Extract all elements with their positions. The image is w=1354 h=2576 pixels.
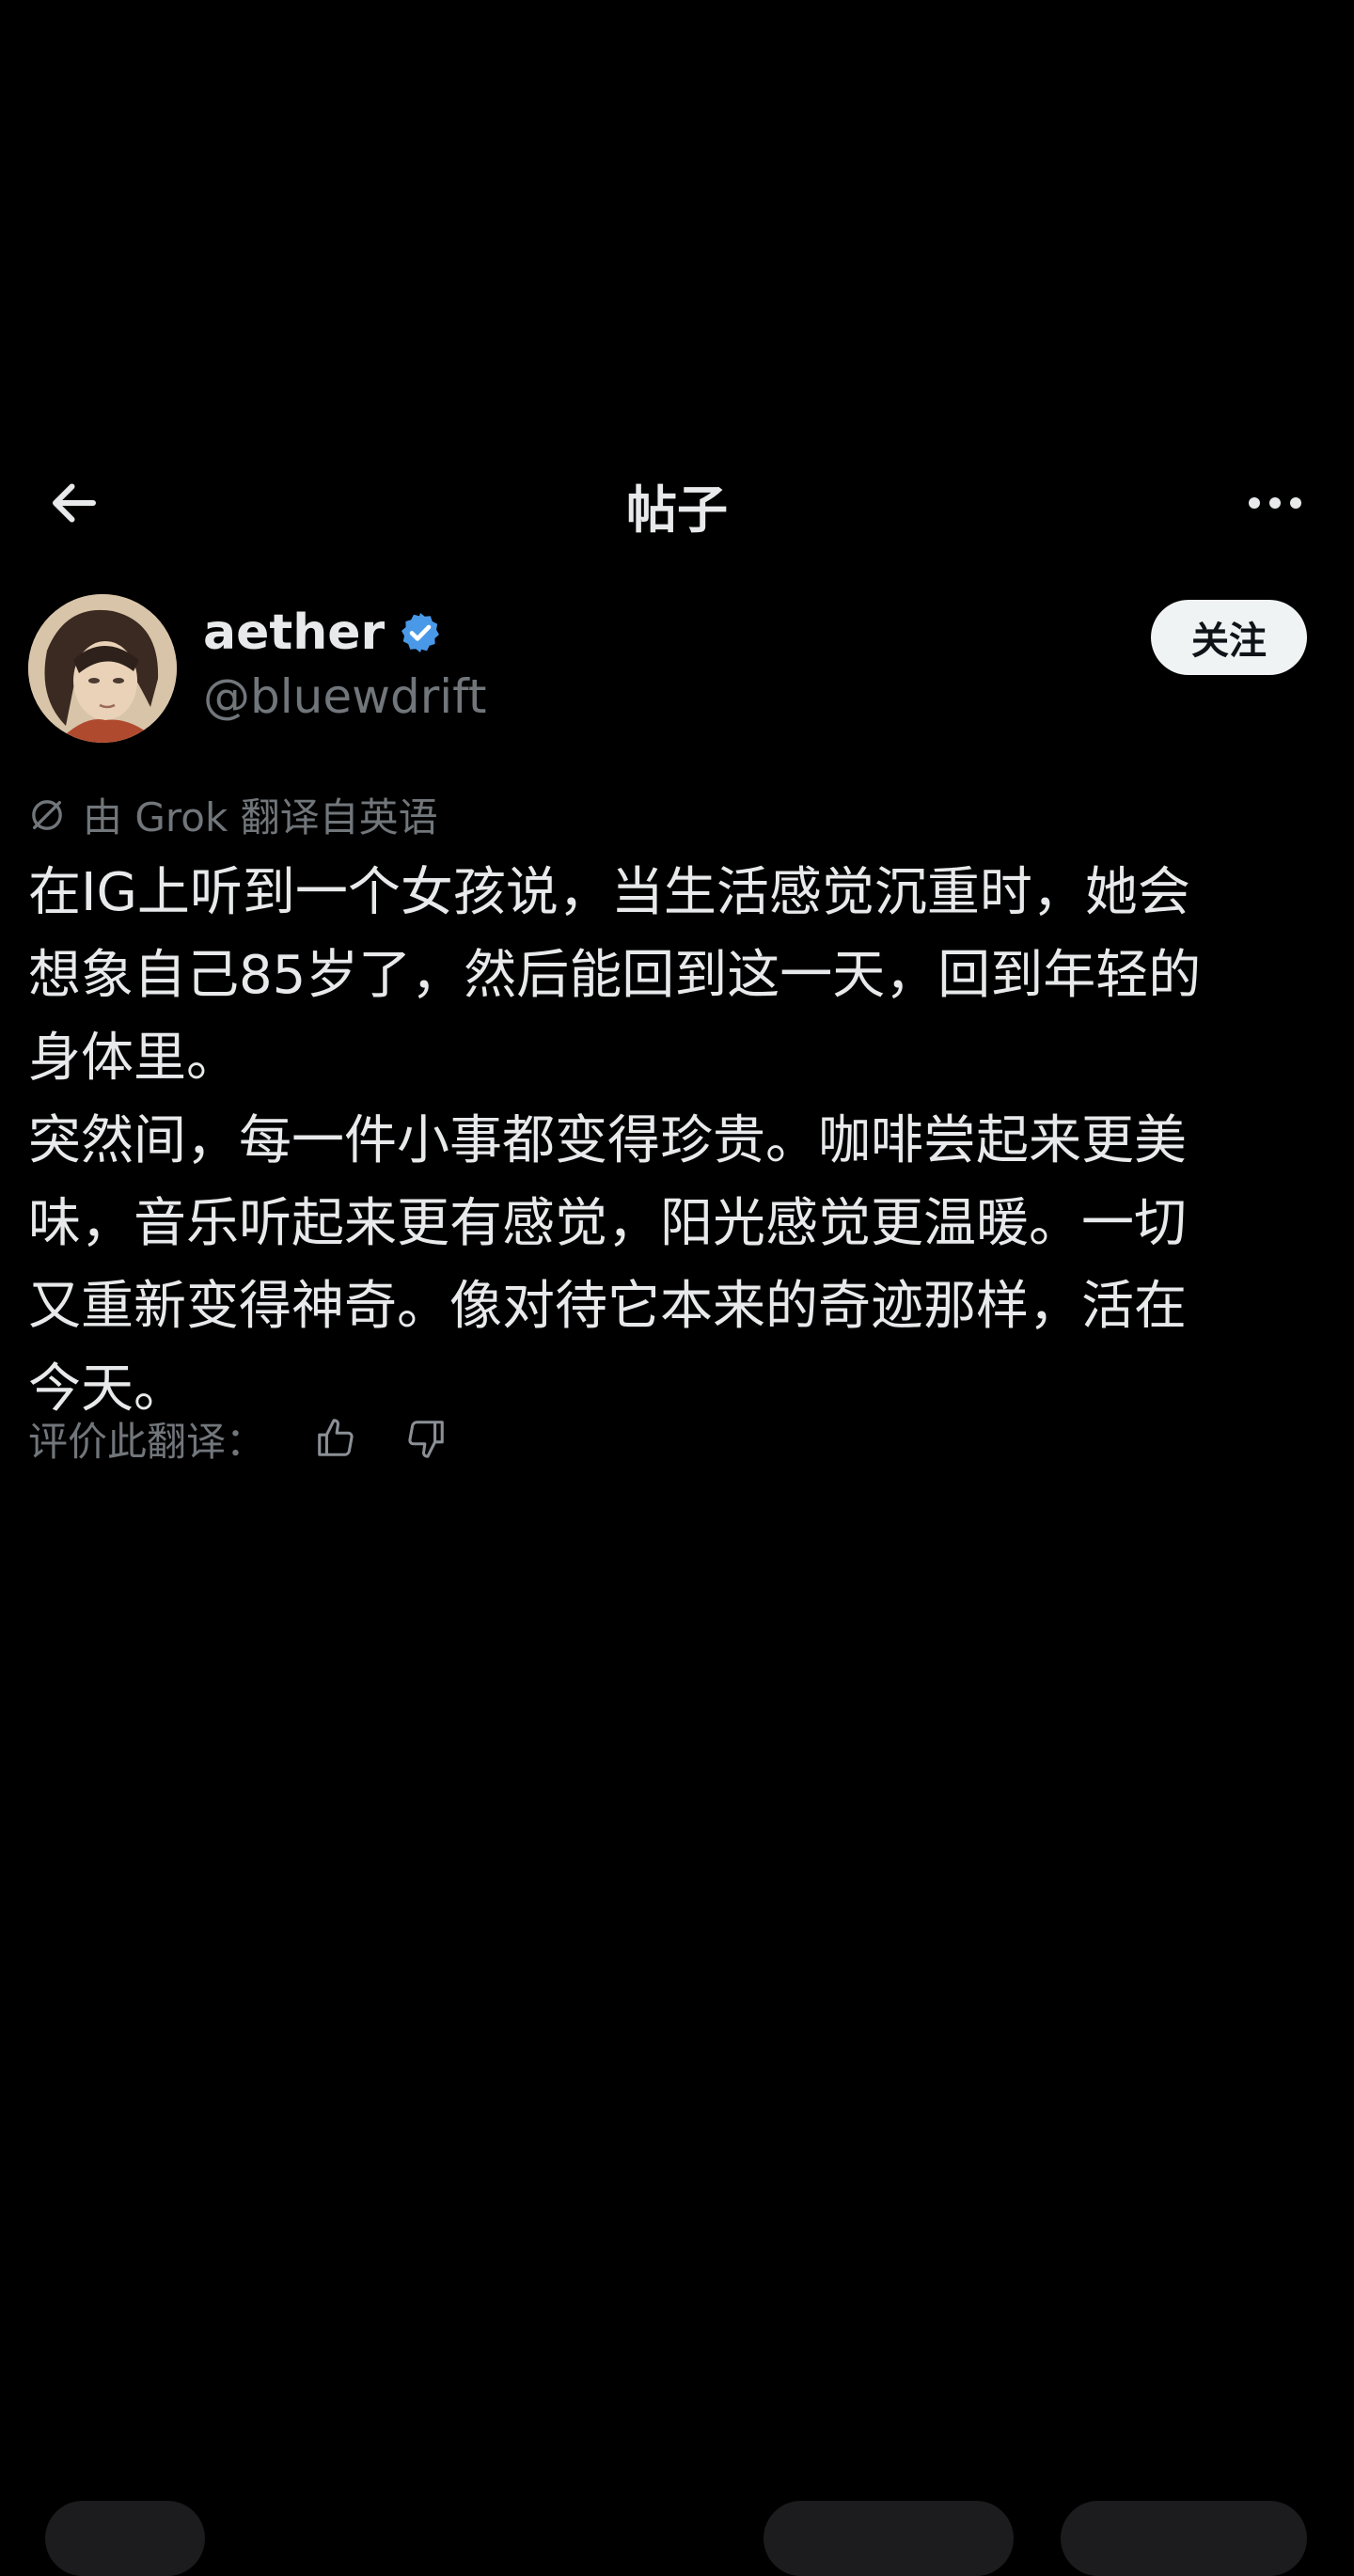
rate-translation-label: 评价此翻译： [28, 1418, 266, 1465]
display-name[interactable]: aether [203, 605, 385, 661]
verified-badge-icon [401, 613, 440, 652]
follow-button[interactable]: 关注 [1151, 600, 1307, 675]
thumbs-down-icon [408, 1421, 444, 1458]
thumbs-up-icon [318, 1419, 354, 1456]
post-text: 在IG上听到一个女孩说，当生活感觉沉重时，她会 想象自己85岁了，然后能回到这一… [28, 862, 1202, 1420]
avatar[interactable] [28, 594, 177, 743]
author-handle[interactable]: @bluewdrift [203, 669, 487, 724]
bottom-pill-button[interactable] [764, 2501, 1014, 2576]
grok-icon [32, 799, 62, 830]
translation-notice-text: 由 Grok 翻译自英语 [83, 794, 438, 840]
bottom-action-bar [0, 2501, 1354, 2576]
bottom-pill-button[interactable] [1061, 2501, 1307, 2576]
thumbs-up-button[interactable] [312, 1415, 359, 1462]
post-author-row: aether @bluewdrift 关注 [28, 594, 1326, 745]
more-options-button[interactable] [1237, 470, 1313, 536]
bottom-pill-button[interactable] [45, 2501, 205, 2576]
author-names: aether @bluewdrift [203, 600, 487, 724]
avatar-illustration [28, 594, 177, 743]
rate-translation-row: 评价此翻译： [28, 1410, 449, 1467]
page-title: 帖子 [626, 480, 728, 540]
more-horizontal-icon [1249, 497, 1301, 509]
top-navigation-bar: 帖子 [0, 442, 1354, 564]
translation-notice: 由 Grok 翻译自英语 [28, 786, 438, 843]
display-name-line: aether [203, 600, 487, 666]
thumbs-down-button[interactable] [402, 1415, 449, 1462]
